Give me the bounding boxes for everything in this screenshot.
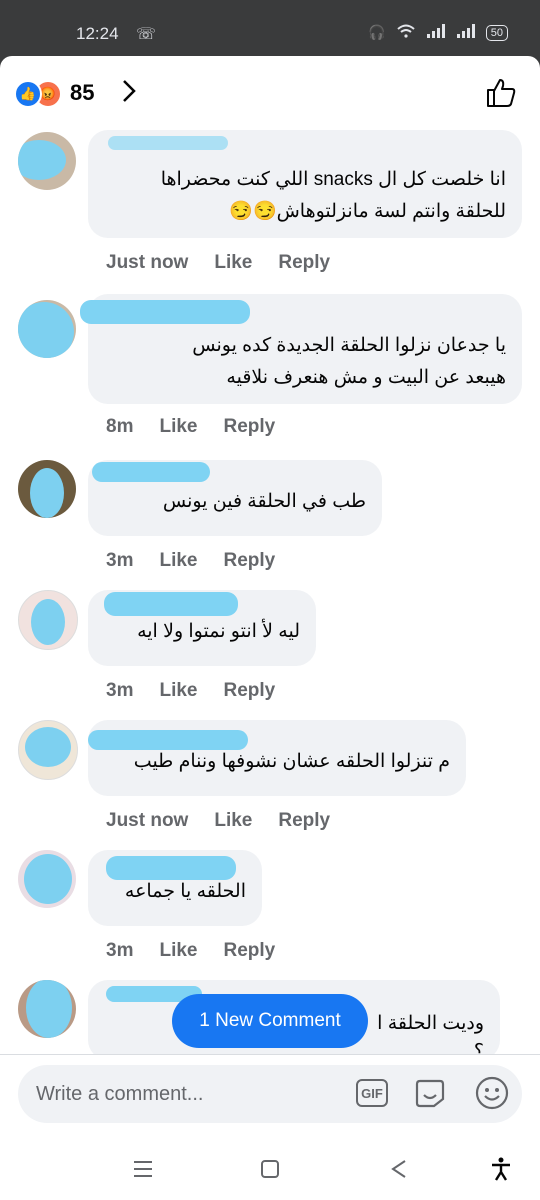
battery-icon: 50 bbox=[485, 24, 508, 41]
comment-time: Just now bbox=[106, 252, 189, 273]
signal-icon-2 bbox=[456, 24, 476, 41]
like-link[interactable]: Like bbox=[214, 252, 252, 274]
like-link[interactable]: Like bbox=[159, 680, 197, 702]
sticker-icon[interactable] bbox=[412, 1075, 448, 1111]
comment-bubble[interactable]: الحلقه يا جماعه bbox=[88, 850, 262, 926]
avatar[interactable] bbox=[18, 300, 76, 358]
emoji-icon[interactable] bbox=[474, 1075, 510, 1111]
comment-actions: 3m Like Reply bbox=[106, 940, 275, 962]
like-link[interactable]: Like bbox=[159, 416, 197, 438]
redacted-name bbox=[88, 730, 248, 750]
redacted-name bbox=[92, 462, 210, 482]
headset-icon: 🎧 bbox=[368, 24, 386, 40]
comment-time: 8m bbox=[106, 416, 134, 437]
composer-area: Write a comment... GIF bbox=[0, 1054, 540, 1139]
reply-link[interactable]: Reply bbox=[224, 550, 276, 572]
reply-link[interactable]: Reply bbox=[224, 680, 276, 702]
like-link[interactable]: Like bbox=[159, 940, 197, 962]
comment-time: 3m bbox=[106, 680, 134, 701]
avatar[interactable] bbox=[18, 590, 78, 650]
missed-call-icon: ☏ bbox=[136, 26, 157, 43]
comment-actions: 3m Like Reply bbox=[106, 550, 275, 572]
comment-text: م تنزلوا الحلقه عشان نشوفها وننام طيب bbox=[133, 751, 450, 772]
redacted-name bbox=[104, 592, 238, 616]
status-bar: 12:24 ☏ 🎧 50 bbox=[0, 0, 540, 56]
comment-time: 3m bbox=[106, 550, 134, 571]
status-icons: 🎧 50 bbox=[368, 24, 508, 41]
reactions-header: 👍 😡 85 bbox=[0, 56, 540, 128]
comment-time: Just now bbox=[106, 810, 189, 831]
redacted-name bbox=[80, 300, 250, 324]
gif-button[interactable]: GIF bbox=[356, 1079, 388, 1107]
signal-icon bbox=[426, 24, 446, 41]
home-icon[interactable] bbox=[257, 1156, 283, 1182]
reaction-count[interactable]: 85 bbox=[70, 80, 94, 106]
avatar[interactable] bbox=[18, 980, 76, 1038]
comment-bubble[interactable]: ليه لأ انتو نمتوا ولا ايه bbox=[88, 590, 316, 666]
comment-bubble[interactable]: يا جدعان نزلوا الحلقة الجديدة كده يونس ه… bbox=[80, 294, 522, 404]
avatar[interactable] bbox=[18, 720, 78, 780]
like-link[interactable]: Like bbox=[159, 550, 197, 572]
like-reaction-icon[interactable]: 👍 bbox=[14, 80, 42, 108]
chevron-right-icon[interactable] bbox=[114, 76, 144, 106]
comment-text: يا جدعان نزلوا الحلقة الجديدة كده يونس ه… bbox=[192, 335, 506, 388]
like-link[interactable]: Like bbox=[214, 810, 252, 832]
reply-link[interactable]: Reply bbox=[224, 416, 276, 438]
comment-bubble[interactable]: انا خلصت كل ال snacks اللي كنت محضراها ل… bbox=[88, 130, 522, 238]
comment-bubble[interactable]: م تنزلوا الحلقه عشان نشوفها وننام طيب bbox=[88, 720, 466, 796]
comments-sheet: 👍 😡 85 انا خلصت كل ال snacks اللي كنت مح… bbox=[0, 56, 540, 1200]
comment-input[interactable]: Write a comment... GIF bbox=[18, 1065, 522, 1123]
comment-text: ليه لأ انتو نمتوا ولا ايه bbox=[137, 621, 300, 642]
comment-text: طب في الحلقة فين يونس bbox=[162, 491, 366, 512]
avatar[interactable] bbox=[18, 132, 76, 190]
reply-link[interactable]: Reply bbox=[224, 940, 276, 962]
comment-bubble[interactable]: طب في الحلقة فين يونس bbox=[88, 460, 382, 536]
redacted-name bbox=[108, 136, 228, 150]
wifi-icon bbox=[396, 24, 416, 41]
comment-actions: 8m Like Reply bbox=[106, 416, 275, 438]
comment-list: انا خلصت كل ال snacks اللي كنت محضراها ل… bbox=[0, 128, 540, 1054]
comment-text: الحلقه يا جماعه bbox=[124, 881, 246, 902]
redacted-name bbox=[106, 856, 236, 880]
new-comment-pill[interactable]: 1 New Comment bbox=[172, 994, 368, 1048]
status-time: 12:24 bbox=[76, 24, 119, 43]
avatar[interactable] bbox=[18, 850, 76, 908]
accessibility-icon[interactable] bbox=[488, 1156, 514, 1182]
comment-actions: Just now Like Reply bbox=[106, 810, 330, 832]
comment-actions: 3m Like Reply bbox=[106, 680, 275, 702]
thumbs-up-icon[interactable] bbox=[484, 76, 518, 110]
comment-text: انا خلصت كل ال snacks اللي كنت محضراها ل… bbox=[160, 169, 506, 222]
system-nav-bar bbox=[0, 1138, 540, 1200]
comment-placeholder: Write a comment... bbox=[36, 1083, 204, 1105]
comment-actions: Just now Like Reply bbox=[106, 252, 330, 274]
comment-time: 3m bbox=[106, 940, 134, 961]
avatar[interactable] bbox=[18, 460, 76, 518]
reply-link[interactable]: Reply bbox=[278, 252, 330, 274]
reply-link[interactable]: Reply bbox=[278, 810, 330, 832]
back-icon[interactable] bbox=[386, 1156, 412, 1182]
menu-icon[interactable] bbox=[130, 1156, 156, 1182]
